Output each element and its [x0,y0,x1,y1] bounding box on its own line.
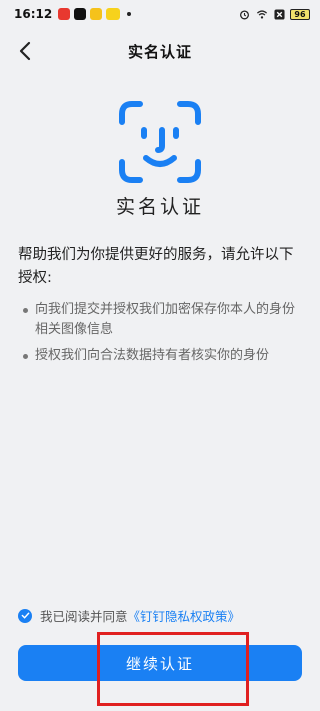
app-icon [106,8,121,20]
permission-list: 向我们提交并授权我们加密保存你本人的身份相关图像信息 授权我们向合法数据持有者核… [22,300,306,372]
back-button[interactable] [12,38,38,64]
permission-item: 向我们提交并授权我们加密保存你本人的身份相关图像信息 [22,300,306,340]
hero-title: 实名认证 [115,196,204,218]
agreement-prefix: 我已阅读并同意 [40,609,128,624]
more-notifications-icon [127,12,132,16]
checkmark-icon [21,612,29,619]
agreement-checkbox[interactable] [18,608,32,623]
status-bar: 16:12 96 [0,0,320,28]
sim-off-icon [274,8,285,20]
xiaohongshu-icon [58,8,71,20]
status-time: 16:12 [14,7,53,21]
continue-verification-button[interactable]: 继续认证 [18,645,302,681]
battery-icon: 96 [290,8,310,20]
meituan-icon [90,8,103,20]
alarm-icon [240,9,249,19]
wifi-icon [256,9,268,19]
status-right: 96 [239,8,310,20]
status-app-icons [58,8,132,20]
page-title: 实名认证 [127,42,192,61]
agreement-row: 我已阅读并同意 《钉钉隐私权政策》 [18,606,240,625]
face-id-icon [119,101,201,183]
chevron-left-icon [19,41,31,61]
permission-item: 授权我们向合法数据持有者核实你的身份 [22,346,306,366]
intro-text: 帮助我们为你提供更好的服务，请允许以下授权: [18,247,294,286]
privacy-policy-link[interactable]: 《钉钉隐私权政策》 [128,606,241,625]
tiktok-icon [74,8,87,20]
nav-header: 实名认证 [0,28,320,74]
